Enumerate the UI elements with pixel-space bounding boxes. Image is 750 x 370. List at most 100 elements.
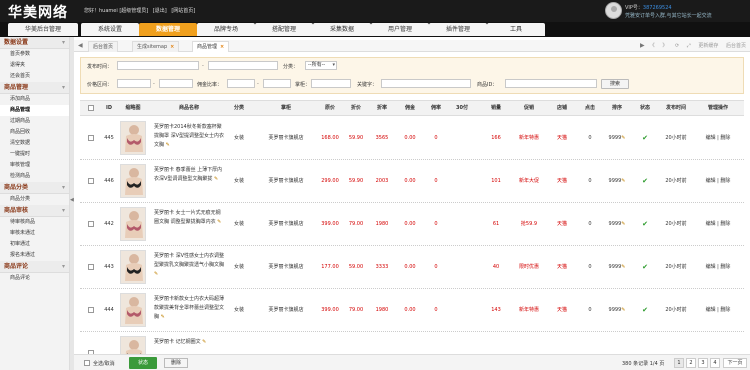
tab-goods-manage[interactable]: 商品管理 × xyxy=(192,41,230,52)
keyword-input[interactable] xyxy=(381,79,471,88)
page-1[interactable]: 1 xyxy=(674,358,684,368)
sidebar-item-goods-manage[interactable]: 商品管理 xyxy=(0,105,69,116)
row-checkbox[interactable] xyxy=(88,307,94,313)
sidebar-item-favorites[interactable]: 退得夹 xyxy=(0,60,69,71)
group-notice[interactable]: 凭雅安订单号入群,与其它站长一起交流 xyxy=(625,12,712,19)
sidebar-item-category[interactable]: 商品分类 xyxy=(0,194,69,205)
store-cell[interactable]: 天猫 xyxy=(550,134,574,142)
nav-tab-users[interactable]: 用户管理 xyxy=(371,23,429,36)
row-actions[interactable]: 编辑 | 删除 xyxy=(698,306,738,314)
sidebar-group-data-settings[interactable]: 数据设置 ▾ xyxy=(0,37,69,49)
tab-prev-icon[interactable]: 《 xyxy=(650,43,655,49)
tab-home[interactable]: 后台首页 xyxy=(88,41,119,52)
page-4[interactable]: 4 xyxy=(710,358,720,368)
edit-pencil-icon[interactable]: ✎ xyxy=(621,221,625,227)
refresh-icon[interactable]: ⟳ xyxy=(675,43,679,49)
fullscreen-icon[interactable]: ⤢ xyxy=(687,43,691,49)
edit-pencil-icon[interactable]: ✎ xyxy=(621,264,625,270)
edit-pencil-icon[interactable]: ✎ xyxy=(621,307,625,313)
store-cell[interactable]: 天猫 xyxy=(550,177,574,185)
item-id-input[interactable] xyxy=(505,79,597,88)
tabs-left-arrow-icon[interactable]: ◀ xyxy=(78,42,83,49)
nav-tab-system[interactable]: 系统设置 xyxy=(81,23,139,36)
sidebar-item-pending[interactable]: 待审核商品 xyxy=(0,217,69,228)
header-checkbox[interactable] xyxy=(88,105,94,111)
edit-pencil-icon[interactable]: ✎ xyxy=(154,271,158,277)
product-name-link[interactable]: 芙罗丽卡 记忆钢圈文 ✎ xyxy=(154,338,224,347)
avatar[interactable] xyxy=(605,2,622,19)
delete-button[interactable]: 删除 xyxy=(164,358,188,368)
sort-cell[interactable]: 9999✎ xyxy=(604,306,630,314)
edit-pencil-icon[interactable]: ✎ xyxy=(164,142,170,148)
product-thumbnail[interactable] xyxy=(120,121,146,155)
price-max-input[interactable] xyxy=(159,79,193,88)
sidebar-item-review[interactable]: 审核管理 xyxy=(0,160,69,171)
publish-time-start-input[interactable] xyxy=(117,61,199,70)
tab-close-icon[interactable]: × xyxy=(170,44,174,50)
status-check-icon[interactable]: ✔ xyxy=(636,306,654,314)
store-cell[interactable]: 天猫 xyxy=(550,263,574,271)
select-all-checkbox[interactable] xyxy=(84,360,90,366)
sidebar-item-homepage[interactable]: 还会首页 xyxy=(0,71,69,82)
commission-min-input[interactable] xyxy=(227,79,255,88)
sidebar-item-add-goods[interactable]: 添加商品 xyxy=(0,94,69,105)
store-cell[interactable]: 天猫 xyxy=(550,220,574,228)
sidebar-item-home-params[interactable]: 首页参数 xyxy=(0,49,69,60)
sort-cell[interactable]: 9999✎ xyxy=(604,263,630,271)
collapse-icon[interactable]: ◀ xyxy=(70,197,74,203)
product-name-link[interactable]: 芙罗丽卡2014秋冬新款塞杯聚拢胸罩 深V型提调整型女士内衣 文胸 ✎ xyxy=(154,123,224,150)
edit-pencil-icon[interactable]: ✎ xyxy=(201,339,206,345)
product-thumbnail[interactable] xyxy=(120,207,146,241)
status-check-icon[interactable]: ✔ xyxy=(636,134,654,142)
row-checkbox[interactable] xyxy=(88,221,94,227)
tab-sitemap[interactable]: 生成sitemap × xyxy=(132,41,180,52)
row-checkbox[interactable] xyxy=(88,264,94,270)
tab-next-icon[interactable]: 》 xyxy=(662,43,667,49)
sidebar-item-rejected[interactable]: 审核未通过 xyxy=(0,228,69,239)
sidebar-item-recycle[interactable]: 商品回收 xyxy=(0,127,69,138)
status-check-icon[interactable]: ✔ xyxy=(636,220,654,228)
product-name-link[interactable]: 芙罗丽卡 深V性感女士内衣调整型聚拢乳文胸聚拢透气小胸文胸 ✎ xyxy=(154,252,224,279)
sidebar-item-check[interactable]: 检测商品 xyxy=(0,171,69,182)
edit-pencil-icon[interactable]: ✎ xyxy=(621,135,625,141)
sidebar-item-expired[interactable]: 过期商品 xyxy=(0,116,69,127)
sidebar-item-clear[interactable]: 清空数据 xyxy=(0,138,69,149)
store-cell[interactable]: 天猫 xyxy=(550,306,574,314)
product-name-link[interactable]: 芙罗丽卡新款女士内衣大码超薄款聚拢美背全罩杯蕾丝调整型文胸 ✎ xyxy=(154,295,224,322)
admin-home-link[interactable]: 后台首页 xyxy=(726,43,746,49)
nav-tab-data[interactable]: 数据管理 xyxy=(139,23,197,36)
product-name-link[interactable]: 芙罗丽卡 女士一片式无痕无钢圈文胸 调整型聚拢胸罩内衣 ✎ xyxy=(154,209,224,227)
product-thumbnail[interactable] xyxy=(120,293,146,327)
edit-pencil-icon[interactable]: ✎ xyxy=(216,219,221,225)
nav-tab-collect[interactable]: 采集数据 xyxy=(313,23,371,36)
select-all-label[interactable]: 全选/取消 xyxy=(93,360,115,367)
sidebar-collapse-handle[interactable]: ◀ xyxy=(70,37,74,370)
product-name-link[interactable]: 芙罗丽卡 春季蕾丝 上薄下厚内衣深V型调调整型文胸聚拢 ✎ xyxy=(154,166,224,184)
publish-time-end-input[interactable] xyxy=(208,61,278,70)
nav-tab-brand[interactable]: 品牌专场 xyxy=(197,23,255,36)
product-thumbnail[interactable] xyxy=(120,250,146,284)
next-page-button[interactable]: 下一页 xyxy=(723,358,747,368)
edit-pencil-icon[interactable]: ✎ xyxy=(159,314,165,320)
sort-cell[interactable]: 9999✎ xyxy=(604,220,630,228)
logout-link[interactable]: [退出] xyxy=(153,8,167,14)
sidebar-group-audit[interactable]: 商品审核 ▾ xyxy=(0,205,69,217)
row-actions[interactable]: 编辑 | 删除 xyxy=(698,177,738,185)
sidebar-item-signup-rejected[interactable]: 报名未通过 xyxy=(0,250,69,261)
commission-max-input[interactable] xyxy=(263,79,291,88)
nav-tab-match[interactable]: 搭配管理 xyxy=(255,23,313,36)
sort-cell[interactable]: 9999✎ xyxy=(604,134,630,142)
tab-close-icon[interactable]: × xyxy=(220,44,224,50)
sidebar-item-comments[interactable]: 商品评论 xyxy=(0,273,69,284)
edit-pencil-icon[interactable]: ✎ xyxy=(621,178,625,184)
nav-tab-tools[interactable]: 工具 xyxy=(487,23,545,36)
search-button[interactable]: 搜索 xyxy=(601,79,629,89)
sidebar-item-first-pass[interactable]: 初审通过 xyxy=(0,239,69,250)
page-2[interactable]: 2 xyxy=(686,358,696,368)
price-min-input[interactable] xyxy=(117,79,151,88)
category-select[interactable]: --所有-- ▾ xyxy=(305,61,337,70)
sidebar-group-comments[interactable]: 商品评论 ▾ xyxy=(0,261,69,273)
edit-pencil-icon[interactable]: ✎ xyxy=(212,176,218,182)
row-checkbox[interactable] xyxy=(88,178,94,184)
site-home-link[interactable]: [网站首页] xyxy=(171,8,195,14)
